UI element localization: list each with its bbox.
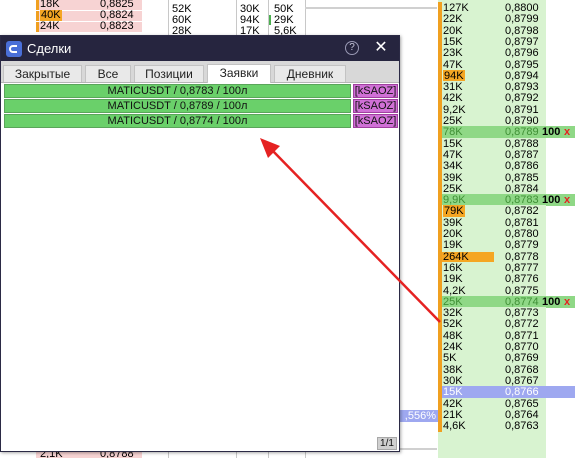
volume-bar [438, 239, 442, 251]
book-row[interactable]: 19K 0,8776 [438, 273, 546, 285]
book-row[interactable]: 4,6K 0,8763 [438, 420, 546, 432]
tab-orders[interactable]: Заявки [207, 64, 271, 83]
cancel-order-icon[interactable]: x [564, 194, 570, 206]
row-volume: 78K [443, 126, 463, 138]
order-quantity: 100 [542, 126, 561, 138]
help-icon[interactable]: ? [345, 41, 359, 55]
volume-bar [438, 47, 442, 59]
order-row[interactable]: MATICUSDT / 0,8774 / 100л [kSAOZ] [4, 114, 398, 128]
window-title: Сделки [27, 41, 72, 56]
left-book-row: 24K 0,8823 [36, 20, 142, 32]
book-row[interactable]: 52K 0,8772 [438, 318, 546, 330]
row-price: 0,8823 [100, 20, 134, 32]
row-volume: 5K [443, 352, 457, 364]
cancel-order-icon[interactable]: x [564, 296, 570, 308]
book-row[interactable]: 34K 0,8786 [438, 160, 546, 172]
row-price: 0,8769 [505, 352, 539, 364]
book-row[interactable]: 5K 0,8769 [438, 352, 546, 364]
row-divider [305, 7, 437, 9]
volume-bar [438, 420, 442, 432]
tab-closed[interactable]: Закрытые [3, 65, 82, 82]
volume-bar [438, 386, 442, 398]
book-row[interactable]: 19K 0,8779 [438, 239, 546, 251]
tab-positions[interactable]: Позиции [134, 65, 204, 82]
book-row[interactable]: 23K 0,8796 [438, 47, 546, 59]
volume-bar [438, 126, 442, 138]
row-volume: 42K [443, 92, 463, 104]
tab-journal[interactable]: Дневник [274, 65, 346, 82]
tab-all[interactable]: Все [85, 65, 131, 82]
row-volume: 52K [443, 318, 463, 330]
row-price: 0,8779 [505, 239, 539, 251]
order-cell[interactable]: MATICUSDT / 0,8783 / 100л [4, 84, 351, 98]
order-tag: [kSAOZ] [353, 84, 398, 98]
order-row[interactable]: MATICUSDT / 0,8789 / 100л [kSAOZ] [4, 99, 398, 113]
order-tag: [kSAOZ] [353, 114, 398, 128]
percent-label: ,556% [398, 410, 438, 422]
row-price: 0,8789 [505, 126, 539, 138]
row-volume: 79K [443, 205, 465, 217]
tab-strip: Закрытые Все Позиции Заявки Дневник [1, 61, 399, 83]
volume-bar [438, 352, 442, 364]
row-volume: 24K [40, 20, 60, 32]
book-row[interactable]: 42K 0,8792 [438, 92, 546, 104]
row-volume: 23K [443, 47, 463, 59]
window-title-bar[interactable]: Сделки ? ✕ [1, 36, 399, 61]
volume-bar [438, 13, 442, 25]
volume-bar [438, 205, 442, 217]
row-price: 0,8766 [505, 386, 539, 398]
volume-bar [36, 0, 39, 10]
row-volume: 22K [443, 13, 463, 25]
volume-bar [438, 92, 442, 104]
row-price: 0,8763 [505, 420, 539, 432]
deals-window: Сделки ? ✕ Закрытые Все Позиции Заявки Д… [0, 35, 400, 452]
volume-bar [438, 318, 442, 330]
app-logo-icon [6, 41, 22, 57]
order-tag: [kSAOZ] [353, 99, 398, 113]
book-row[interactable]: 22K 0,8799 [438, 13, 546, 25]
row-volume: 4,6K [443, 420, 466, 432]
book-row[interactable]: 79K 0,8782 [438, 205, 546, 217]
order-cell[interactable]: MATICUSDT / 0,8774 / 100л [4, 114, 351, 128]
row-volume: 15K [443, 386, 463, 398]
volume-bar [36, 11, 39, 21]
close-icon[interactable]: ✕ [373, 39, 389, 57]
order-cell[interactable]: MATICUSDT / 0,8789 / 100л [4, 99, 351, 113]
row-price: 0,8776 [505, 273, 539, 285]
row-price: 0,8772 [505, 318, 539, 330]
row-price: 0,8799 [505, 13, 539, 25]
row-price: 0,8786 [505, 160, 539, 172]
row-price: 0,8796 [505, 47, 539, 59]
row-volume: 19K [443, 273, 463, 285]
row-price: 0,8782 [505, 205, 539, 217]
row-price: 0,8792 [505, 92, 539, 104]
row-volume: 34K [443, 160, 463, 172]
current-price-row[interactable]: 15K 0,8766 [438, 386, 575, 398]
volume-bar [438, 273, 442, 285]
order-level-row[interactable]: 78K 0,8789 100 x [438, 126, 575, 138]
row-volume: 19K [443, 239, 463, 251]
volume-bar [36, 22, 39, 32]
cancel-order-icon[interactable]: x [564, 126, 570, 138]
order-row[interactable]: MATICUSDT / 0,8783 / 100л [kSAOZ] [4, 84, 398, 98]
page-indicator: 1/1 [377, 437, 397, 450]
volume-bar [438, 160, 442, 172]
